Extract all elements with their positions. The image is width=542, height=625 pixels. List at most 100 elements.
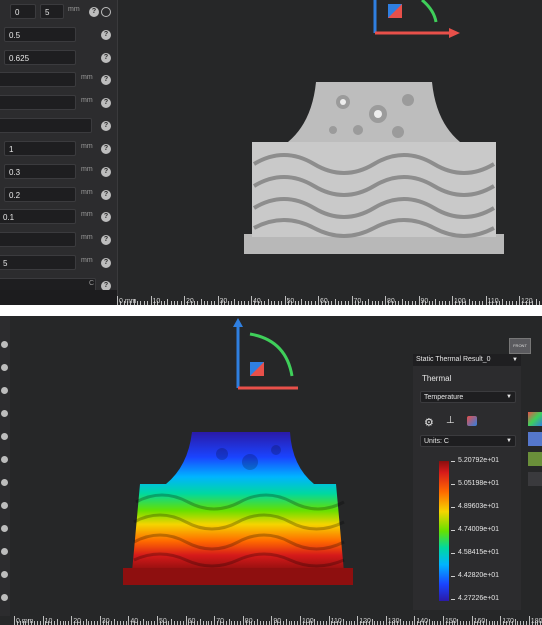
help-icon[interactable]: ?	[101, 258, 111, 268]
ruler-tick	[231, 621, 233, 625]
help-dot-icon[interactable]	[1, 571, 8, 578]
ruler-tick	[408, 621, 410, 625]
help-dot-icon[interactable]	[1, 479, 8, 486]
results-tool-icon[interactable]	[528, 432, 542, 446]
value-field[interactable]: 0.5	[4, 27, 76, 42]
help-dot-icon[interactable]	[1, 387, 8, 394]
help-icon[interactable]: ?	[101, 75, 111, 85]
ruler-tick	[237, 621, 239, 625]
help-icon[interactable]: ?	[101, 144, 111, 154]
ruler-label: 80	[387, 298, 395, 305]
help-icon[interactable]: ?	[101, 190, 111, 200]
ruler-tick	[525, 621, 527, 625]
help-dot-icon[interactable]	[1, 548, 8, 555]
radio-icon[interactable]	[101, 7, 111, 17]
top-viewport[interactable]: 0 5 mm ? 0.5 ? 0.625 ? mm ? mm ? ? 1 mm …	[0, 0, 542, 305]
ruler-label: 20	[73, 618, 81, 625]
help-icon[interactable]: ?	[101, 53, 111, 63]
ruler-tick	[182, 621, 184, 625]
result-title-dropdown[interactable]: Static Thermal Result_0 ▼	[413, 354, 521, 366]
ruler-tick	[88, 621, 90, 625]
axis-gizmo[interactable]	[360, 0, 470, 42]
help-dot-icon[interactable]	[1, 525, 8, 532]
ruler-tick	[171, 619, 173, 625]
ruler-tick	[517, 621, 519, 625]
ruler-tick	[402, 621, 404, 625]
units-select[interactable]: Units: C ▼	[420, 435, 516, 447]
help-icon[interactable]: ?	[101, 212, 111, 222]
help-icon[interactable]: ?	[101, 167, 111, 177]
ruler-tick	[68, 621, 70, 625]
ruler-label: 0 mm	[16, 618, 34, 625]
ruler-tick	[468, 621, 470, 625]
ruler-tick	[39, 621, 41, 625]
help-dot-icon[interactable]	[1, 502, 8, 509]
ruler-tick	[71, 616, 73, 625]
help-dot-icon[interactable]	[1, 410, 8, 417]
settings-row: mm ?	[0, 231, 117, 249]
value-field[interactable]: 5	[0, 255, 76, 270]
part-model-grey[interactable]	[238, 82, 508, 262]
range-max-field[interactable]: 5	[40, 4, 64, 19]
value-field[interactable]: 0.3	[4, 164, 76, 179]
ruler-tick	[179, 621, 181, 625]
view-cube-front[interactable]: FRONT	[509, 338, 531, 354]
ruler-tick	[414, 616, 416, 625]
value-field[interactable]: 0.2	[4, 187, 76, 202]
ruler-tick	[411, 621, 413, 625]
ruler-label: 10	[152, 298, 161, 305]
ruler-tick	[96, 621, 98, 625]
ruler-tick	[300, 616, 301, 625]
rotation-arc-icon[interactable]	[421, 0, 438, 23]
help-dot-icon[interactable]	[1, 594, 8, 601]
settings-row: mm ?	[0, 94, 117, 112]
range-min-field[interactable]: 0	[10, 4, 36, 19]
sidebar-footer	[0, 290, 117, 305]
ruler-tick	[114, 619, 116, 625]
value-field[interactable]: 0.1	[0, 209, 76, 224]
help-icon[interactable]: ?	[101, 235, 111, 245]
scale-tick	[451, 599, 455, 600]
ruler-tick	[157, 616, 158, 625]
unit-label: mm	[68, 6, 80, 13]
value-field[interactable]	[0, 118, 92, 133]
ruler-tick	[184, 296, 185, 305]
unit-label: mm	[81, 74, 93, 81]
ruler-tick	[428, 619, 430, 625]
help-icon[interactable]: ?	[89, 7, 99, 17]
ruler-label: 30	[101, 618, 110, 625]
quantity-select[interactable]: Temperature ▼	[420, 391, 516, 403]
help-icon[interactable]: ?	[101, 121, 111, 131]
model-tool-icon[interactable]	[528, 452, 542, 466]
ruler-tick	[494, 621, 496, 625]
pin-icon[interactable]: ⊥	[446, 415, 455, 426]
help-icon[interactable]: ?	[101, 98, 111, 108]
ruler-tick	[297, 621, 299, 625]
part-model-thermal[interactable]	[122, 432, 354, 586]
help-dot-icon[interactable]	[1, 433, 8, 440]
axis-gizmo[interactable]	[228, 318, 318, 398]
unit-label: C	[89, 280, 95, 287]
color-map-icon[interactable]	[467, 416, 477, 426]
value-field[interactable]	[0, 72, 76, 87]
bottom-viewport[interactable]: FRONT Static Thermal Result_0 ▼ Thermal …	[0, 316, 542, 625]
unit-label: mm	[81, 143, 93, 150]
value-field[interactable]	[0, 232, 76, 247]
help-dot-icon[interactable]	[1, 364, 8, 371]
scale-tick	[451, 530, 455, 531]
value-field[interactable]	[0, 95, 76, 110]
help-icon[interactable]: ?	[101, 30, 111, 40]
ruler-tick	[294, 621, 296, 625]
scale-label: 5.05198e+01	[458, 480, 500, 487]
help-dot-icon[interactable]	[1, 456, 8, 463]
gear-icon[interactable]: ⚙	[424, 416, 434, 429]
value-field[interactable]: 0.625	[4, 50, 76, 65]
ruler-tick	[117, 296, 118, 305]
color-map-tool-icon[interactable]	[528, 412, 542, 426]
ruler-label: 100	[454, 298, 466, 305]
list-tool-icon[interactable]	[528, 472, 542, 486]
ruler-tick	[460, 621, 462, 625]
settings-row: 0.1 mm ?	[0, 208, 117, 226]
value-field[interactable]: 1	[4, 141, 76, 156]
help-dot-icon[interactable]	[1, 341, 8, 348]
